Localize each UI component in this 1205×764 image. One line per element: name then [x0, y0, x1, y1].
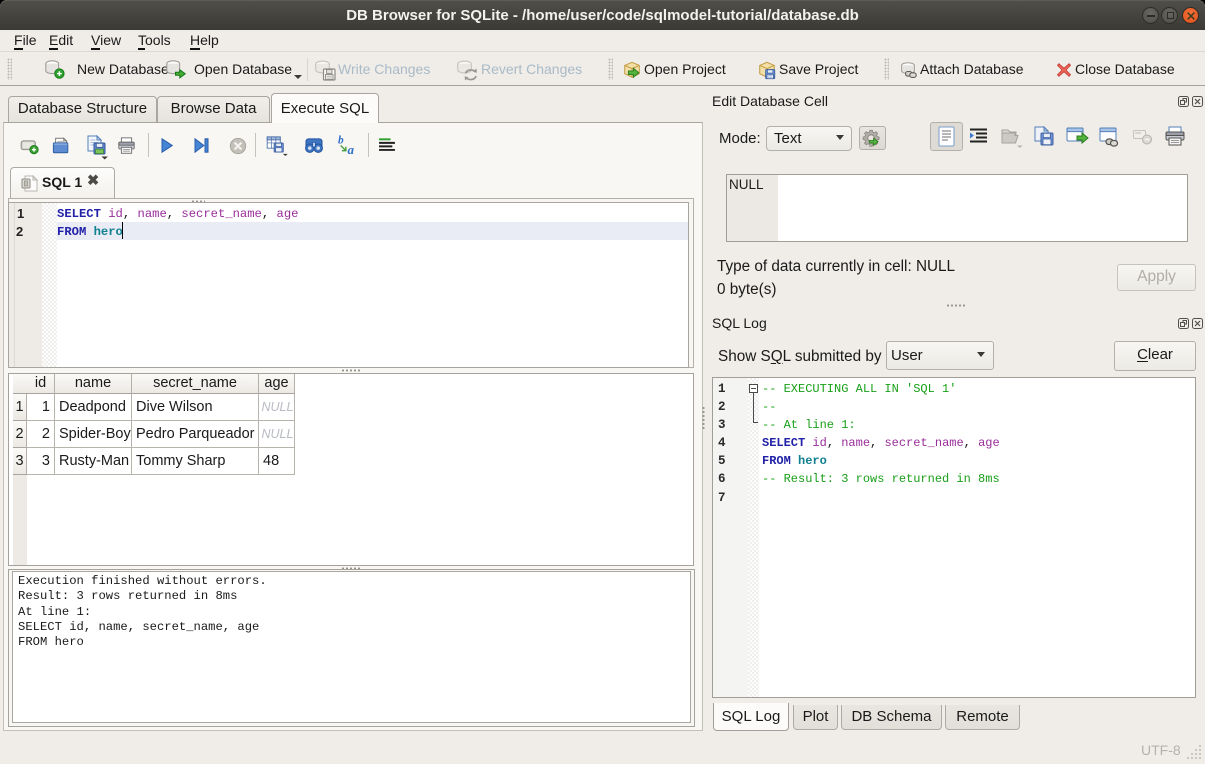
- svg-text:b: b: [338, 135, 344, 147]
- svg-text:a: a: [348, 142, 355, 155]
